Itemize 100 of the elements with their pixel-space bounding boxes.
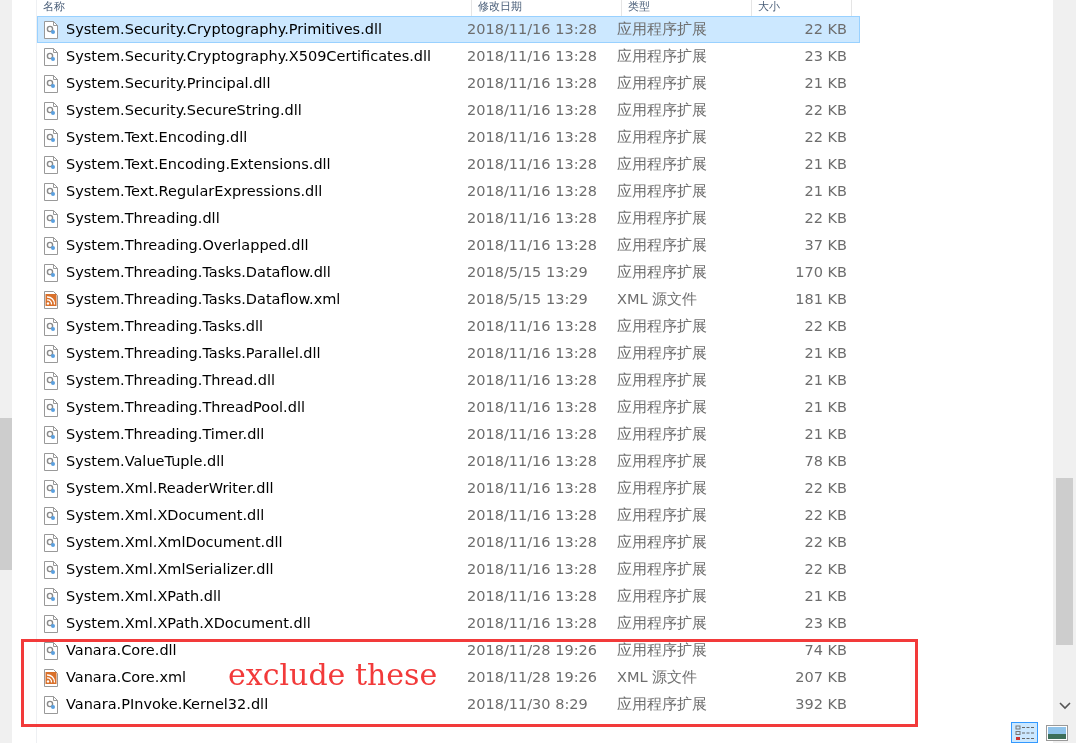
modified-date: 2018/11/16 13:28 [467,209,597,226]
gear-file-icon [44,533,58,552]
modified-date: 2018/11/30 8:29 [467,695,588,712]
file-name[interactable]: Vanara.Core.xml [66,666,187,689]
file-size: 22 KB [804,101,847,118]
file-size: 21 KB [804,587,847,604]
gear-file-icon [44,47,58,66]
file-type: 应用程序扩展 [617,317,707,334]
file-type: 应用程序扩展 [617,695,707,712]
file-type: 应用程序扩展 [617,155,707,172]
file-name[interactable]: System.Threading.Timer.dll [66,423,265,446]
file-type: 应用程序扩展 [617,128,707,145]
file-type: 应用程序扩展 [617,344,707,361]
file-name[interactable]: System.Threading.Tasks.dll [66,315,264,338]
file-size: 21 KB [804,344,847,361]
file-name[interactable]: Vanara.PInvoke.Kernel32.dll [66,693,269,716]
gear-file-icon [44,344,58,363]
modified-date: 2018/11/28 19:26 [467,668,597,685]
modified-date: 2018/11/16 13:28 [467,182,597,199]
file-name[interactable]: Vanara.Core.dll [66,639,177,662]
file-name[interactable]: System.Text.Encoding.dll [66,126,248,149]
file-name[interactable]: System.Xml.XmlDocument.dll [66,531,283,554]
modified-date: 2018/11/16 13:28 [467,587,597,604]
modified-date: 2018/11/16 13:28 [467,74,597,91]
file-name[interactable]: System.Threading.Tasks.Dataflow.dll [66,261,331,284]
gear-file-icon [44,614,58,633]
file-size: 21 KB [804,182,847,199]
file-type: 应用程序扩展 [617,209,707,226]
file-type: 应用程序扩展 [617,506,707,523]
view-button[interactable] [1011,722,1038,743]
gear-file-icon [44,74,58,93]
gear-file-icon [44,182,58,201]
modified-date: 2018/11/16 13:28 [467,236,597,253]
file-size: 22 KB [804,506,847,523]
modified-date: 2018/5/15 13:29 [467,290,588,307]
scrollbar[interactable] [1053,0,1076,743]
file-name[interactable]: System.Threading.ThreadPool.dll [66,396,305,419]
modified-date: 2018/11/16 13:28 [467,533,597,550]
file-type: 应用程序扩展 [617,452,707,469]
chevron-down-icon[interactable] [1058,701,1071,711]
file-row[interactable]: System.Security.Cryptography.Primitives.dll 2018/11/16 13:28 应用程序扩展 22 KB [37,16,860,43]
modified-date: 2018/11/16 13:28 [467,506,597,523]
file-name[interactable]: System.Threading.dll [66,207,220,230]
file-size: 22 KB [804,533,847,550]
details-view-icon [1014,724,1035,741]
file-size: 21 KB [804,155,847,172]
file-name[interactable]: System.Security.Cryptography.Primitives.dll [66,18,383,41]
file-size: 23 KB [804,47,847,64]
file-type: 应用程序扩展 [617,398,707,415]
file-name[interactable]: System.Threading.Thread.dll [66,369,275,392]
gear-file-icon [44,20,58,39]
annotation-text: exclude these [228,656,438,694]
file-name[interactable]: System.Xml.XPath.dll [66,585,222,608]
file-name[interactable]: System.Text.RegularExpressions.dll [66,180,323,203]
file-size: 22 KB [804,209,847,226]
file-type: XML 源文件 [617,668,698,685]
file-type: 应用程序扩展 [617,263,707,280]
file-size: 22 KB [804,560,847,577]
file-type: 应用程序扩展 [617,560,707,577]
file-name[interactable]: System.Threading.Tasks.Dataflow.xml [66,288,341,311]
modified-date: 2018/5/15 13:29 [467,263,588,280]
modified-date: 2018/11/16 13:28 [467,101,597,118]
file-name[interactable]: System.Security.SecureString.dll [66,99,302,122]
view-button[interactable] [1043,722,1070,743]
file-size: 21 KB [804,371,847,388]
rss-file-icon [44,668,58,687]
scrollbar-thumb[interactable] [1056,478,1073,645]
file-name[interactable]: System.Threading.Overlapped.dll [66,234,309,257]
file-type: 应用程序扩展 [617,425,707,442]
gear-file-icon [44,155,58,174]
file-name[interactable]: System.Xml.ReaderWriter.dll [66,477,274,500]
scrollbar-thumb[interactable] [0,418,12,570]
gear-file-icon [44,452,58,471]
file-type: 应用程序扩展 [617,101,707,118]
file-name[interactable]: System.Text.Encoding.Extensions.dll [66,153,331,176]
file-type: 应用程序扩展 [617,479,707,496]
rss-file-icon [44,290,58,309]
file-type: 应用程序扩展 [617,74,707,91]
modified-date: 2018/11/16 13:28 [467,479,597,496]
file-type: 应用程序扩展 [617,20,707,37]
file-size: 74 KB [804,641,847,658]
file-name[interactable]: System.Xml.XPath.XDocument.dll [66,612,311,635]
scrollbar[interactable] [0,0,12,743]
gear-file-icon [44,560,58,579]
file-type: XML 源文件 [617,290,698,307]
file-size: 37 KB [804,236,847,253]
file-type: 应用程序扩展 [617,182,707,199]
gear-file-icon [44,371,58,390]
file-name[interactable]: System.Xml.XDocument.dll [66,504,265,527]
file-name[interactable]: System.Security.Cryptography.X509Certificates.dll [66,45,432,68]
modified-date: 2018/11/16 13:28 [467,452,597,469]
gear-file-icon [44,128,58,147]
file-size: 23 KB [804,614,847,631]
modified-date: 2018/11/16 13:28 [467,560,597,577]
gear-file-icon [44,506,58,525]
file-type: 应用程序扩展 [617,614,707,631]
file-name[interactable]: System.Threading.Tasks.Parallel.dll [66,342,321,365]
file-name[interactable]: System.Security.Principal.dll [66,72,271,95]
file-name[interactable]: System.ValueTuple.dll [66,450,225,473]
file-name[interactable]: System.Xml.XmlSerializer.dll [66,558,274,581]
